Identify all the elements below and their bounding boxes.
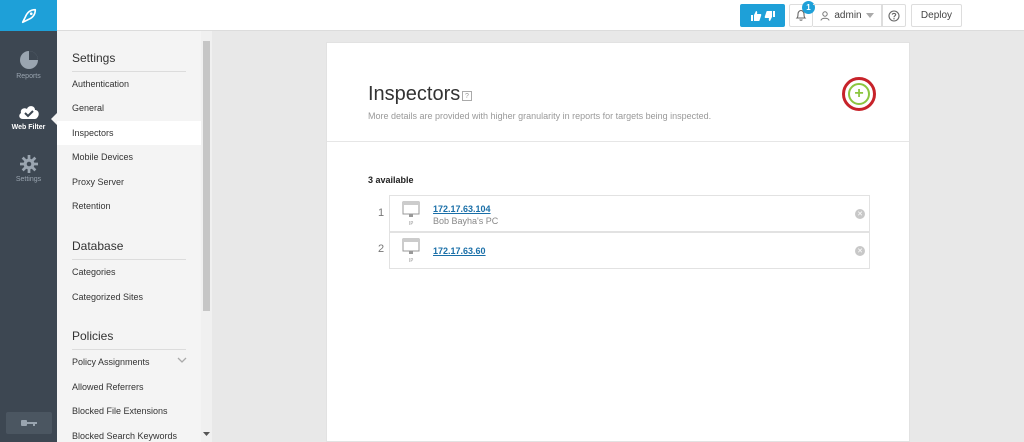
nav-scrollbar[interactable] [201, 31, 212, 442]
nav-item-label: Policy Assignments [72, 357, 150, 367]
nav-section-settings: Settings [72, 51, 186, 72]
pie-chart-icon [19, 51, 38, 69]
key-button[interactable] [6, 412, 52, 434]
gear-icon [19, 155, 38, 173]
inspector-row[interactable]: IP 172.17.63.104 Bob Bayha's PC ✕ [389, 195, 870, 232]
thumbs-down-icon [764, 10, 775, 21]
nav-item-proxy-server[interactable]: Proxy Server [57, 170, 201, 194]
scroll-down-arrow-icon[interactable] [203, 432, 210, 437]
rail-item-settings[interactable]: Settings [0, 155, 57, 183]
row-number: 2 [377, 243, 385, 255]
nav-item-categories[interactable]: Categories [57, 260, 201, 284]
inspector-ip-link[interactable]: 172.17.63.60 [433, 246, 486, 256]
nav-scrollbar-thumb[interactable] [203, 41, 210, 311]
help-circle-icon [888, 9, 900, 22]
title-help-icon[interactable]: ? [462, 91, 472, 101]
inspector-ip-link[interactable]: 172.17.63.104 [433, 204, 491, 214]
key-icon [21, 420, 37, 426]
nav-item-blocked-search-keywords[interactable]: Blocked Search Keywords [57, 424, 201, 442]
available-count: 3 available [368, 175, 414, 185]
ip-tag: IP [409, 258, 414, 264]
nav-item-authentication[interactable]: Authentication [57, 72, 201, 96]
app-rail: Reports Web Filter Settings [0, 0, 57, 442]
rail-item-label: Reports [16, 73, 41, 80]
deploy-button[interactable]: Deploy [911, 4, 962, 27]
rail-item-reports[interactable]: Reports [0, 50, 57, 80]
cloud-check-icon [18, 106, 39, 119]
caret-down-icon [865, 13, 874, 18]
nav-item-general[interactable]: General [57, 96, 201, 120]
nav-item-blocked-file-extensions[interactable]: Blocked File Extensions [57, 399, 201, 423]
rail-item-label: Web Filter [11, 124, 46, 131]
ip-tag: IP [409, 221, 414, 227]
user-icon [820, 10, 830, 21]
feedback-button[interactable] [740, 4, 785, 27]
rail-item-web-filter[interactable]: Web Filter [0, 103, 57, 131]
thumbs-up-icon [750, 10, 761, 21]
inspectors-panel: Inspectors ? More details are provided w… [326, 42, 910, 442]
user-menu[interactable]: admin [813, 4, 882, 27]
panel-header: Inspectors ? More details are provided w… [327, 43, 909, 142]
nav-item-allowed-referrers[interactable]: Allowed Referrers [57, 375, 201, 399]
nav-item-mobile-devices[interactable]: Mobile Devices [57, 145, 201, 169]
page-subtitle: More details are provided with higher gr… [368, 111, 712, 121]
rail-item-label: Settings [15, 176, 42, 183]
nav-item-policy-assignments[interactable]: Policy Assignments [57, 350, 201, 374]
add-inspector-button[interactable]: + [842, 77, 876, 111]
user-name: admin [834, 10, 862, 21]
nav-item-categorized-sites[interactable]: Categorized Sites [57, 285, 201, 309]
rocket-logo-icon[interactable] [0, 0, 57, 31]
page-title: Inspectors [368, 83, 461, 105]
help-button[interactable] [882, 4, 906, 27]
settings-nav: Settings Authentication General Inspecto… [57, 31, 201, 442]
row-number: 1 [377, 207, 385, 219]
nav-section-database: Database [72, 239, 186, 260]
nav-item-inspectors[interactable]: Inspectors [57, 121, 201, 145]
plus-icon: + [848, 83, 870, 105]
inspector-row[interactable]: IP 172.17.63.60 ✕ [389, 232, 870, 269]
chevron-down-icon[interactable] [177, 357, 187, 364]
inspector-description: Bob Bayha's PC [433, 216, 499, 226]
nav-item-retention[interactable]: Retention [57, 194, 201, 218]
remove-icon[interactable]: ✕ [855, 246, 865, 256]
ip-device-icon: IP [402, 238, 420, 264]
remove-icon[interactable]: ✕ [855, 209, 865, 219]
nav-section-policies: Policies [72, 329, 186, 350]
ip-device-icon: IP [402, 201, 420, 227]
